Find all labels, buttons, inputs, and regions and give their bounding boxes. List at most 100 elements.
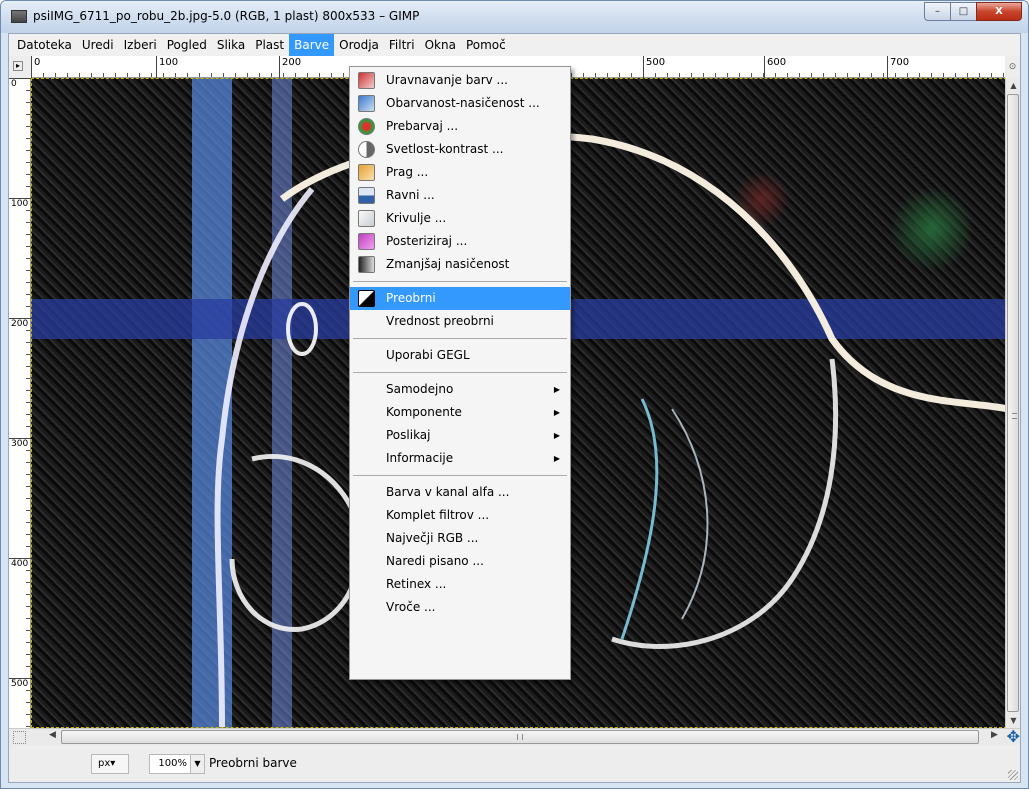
menu-datoteka[interactable]: Datoteka: [12, 34, 77, 56]
menu-uredi[interactable]: Uredi: [77, 34, 119, 56]
title-bar[interactable]: psiIMG_6711_po_robu_2b.jpg-5.0 (RGB, 1 p…: [1, 1, 1028, 33]
menu-item-barva-v-kanal-alfa[interactable]: Barva v kanal alfa ...: [350, 481, 570, 504]
submenu-arrow-icon: ▶: [553, 385, 560, 394]
menu-arrow-icon: ▸: [13, 61, 23, 71]
menu-item-uporabi-gegl[interactable]: Uporabi GEGL: [350, 344, 570, 367]
menu-pogled[interactable]: Pogled: [162, 34, 212, 56]
menu-item-label: Obarvanost-nasičenost ...: [386, 96, 540, 110]
zoom-value: 100%: [158, 758, 187, 769]
menu-item-label: Krivulje ...: [386, 211, 447, 225]
menu-item-obarvanost-nasicenost[interactable]: Obarvanost-nasičenost ...: [350, 92, 570, 115]
menu-item-zmanjsaj-nasicenost[interactable]: Zmanjšaj nasičenost: [350, 253, 570, 276]
v-ruler-label: 0: [9, 78, 31, 89]
h-ruler-label: 200: [279, 56, 301, 78]
scroll-left-icon[interactable]: ◀: [49, 730, 56, 740]
h-ruler-label: 100: [156, 56, 178, 78]
menu-item-svetlost-kontrast[interactable]: Svetlost-kontrast ...: [350, 138, 570, 161]
v-ruler-label: 300: [9, 438, 31, 449]
menu-item-samodejno[interactable]: Samodejno ▶: [350, 378, 570, 401]
navigate-move-icon[interactable]: ✥: [1007, 727, 1020, 746]
menu-orodja[interactable]: Orodja: [334, 34, 384, 56]
menu-item-retinex[interactable]: Retinex ...: [350, 573, 570, 596]
menu-item-naredi-pisano[interactable]: Naredi pisano ...: [350, 550, 570, 573]
close-button[interactable]: X: [976, 2, 1022, 21]
submenu-arrow-icon: ▶: [553, 431, 560, 440]
menu-item-informacije[interactable]: Informacije ▶: [350, 447, 570, 470]
v-ruler-label: 200: [9, 318, 31, 329]
status-bar: px▾ 100% ▼ Preobrni barve: [9, 745, 1020, 782]
menu-item-krivulje[interactable]: Krivulje ...: [350, 207, 570, 230]
menu-item-prebarvaj[interactable]: Prebarvaj ...: [350, 115, 570, 138]
h-grip-icon: [517, 734, 523, 740]
desaturate-icon: [358, 256, 375, 273]
menu-item-vroce[interactable]: Vroče ...: [350, 596, 570, 619]
gimp-app-icon: [11, 10, 27, 23]
scroll-up-icon[interactable]: ▲: [1006, 78, 1021, 93]
menu-item-komponente[interactable]: Komponente ▶: [350, 401, 570, 424]
maximize-button[interactable]: □: [950, 2, 977, 21]
menu-item-label: Poslikaj: [386, 428, 431, 442]
h-ruler-label: 700: [887, 56, 909, 78]
menu-item-label: Prag ...: [386, 165, 429, 179]
menu-separator: [353, 372, 567, 373]
menu-item-preobrni[interactable]: Preobrni: [350, 287, 570, 310]
menu-item-label: Komponente: [386, 405, 462, 419]
v-grip-icon: [1012, 413, 1017, 419]
menu-separator: [353, 475, 567, 476]
hue-saturation-icon: [358, 95, 375, 112]
menu-item-ravni[interactable]: Ravni ...: [350, 184, 570, 207]
zoom-selector[interactable]: 100% ▼: [149, 754, 205, 774]
menu-item-label: Uporabi GEGL: [386, 348, 470, 362]
scroll-right-icon[interactable]: ▶: [991, 730, 998, 740]
menu-item-label: Največji RGB ...: [386, 531, 479, 545]
window-controls: – □ X: [924, 2, 1022, 21]
menu-item-vrednost-preobrni[interactable]: Vrednost preobrni: [350, 310, 570, 333]
menu-okna[interactable]: Okna: [420, 34, 461, 56]
menu-item-poslikaj[interactable]: Poslikaj ▶: [350, 424, 570, 447]
menu-barve[interactable]: Barve: [289, 34, 335, 56]
chevron-down-icon[interactable]: ▼: [190, 755, 204, 773]
vertical-ruler[interactable]: 0 100 200 300 400 500: [9, 78, 31, 728]
menu-item-label: Prebarvaj ...: [386, 119, 459, 133]
menu-item-najvecji-rgb[interactable]: Največji RGB ...: [350, 527, 570, 550]
scroll-down-icon[interactable]: ▼: [1006, 713, 1021, 728]
threshold-icon: [358, 164, 375, 181]
v-ruler-label: 400: [9, 558, 31, 569]
navigate-icon[interactable]: [13, 731, 26, 744]
vertical-scroll-thumb[interactable]: [1007, 94, 1019, 712]
h-ruler-label: 600: [764, 56, 786, 78]
menu-item-label: Samodejno: [386, 382, 454, 396]
zoom-fit-icon[interactable]: ⊙: [1005, 56, 1020, 78]
menu-item-label: Svetlost-kontrast ...: [386, 142, 504, 156]
menu-item-uravnavanje-barv[interactable]: Uravnavanje barv ...: [350, 69, 570, 92]
menu-pomoc[interactable]: Pomoč: [461, 34, 511, 56]
quick-mask-toggle[interactable]: ▸: [9, 56, 31, 78]
menu-filtri[interactable]: Filtri: [384, 34, 420, 56]
menu-item-komplet-filtrov[interactable]: Komplet filtrov ...: [350, 504, 570, 527]
menu-item-label: Uravnavanje barv ...: [386, 73, 508, 87]
menu-slika[interactable]: Slika: [212, 34, 250, 56]
levels-icon: [358, 187, 375, 204]
minimize-button[interactable]: –: [924, 2, 951, 21]
horizontal-scroll-thumb[interactable]: [61, 730, 979, 744]
menu-item-label: Posteriziraj ...: [386, 234, 468, 248]
h-ruler-label: 500: [643, 56, 665, 78]
v-ruler-label: 100: [9, 198, 31, 209]
unit-selector[interactable]: px▾: [91, 754, 129, 774]
vertical-scrollbar[interactable]: ▲ ▼: [1005, 78, 1020, 728]
menu-item-label: Naredi pisano ...: [386, 554, 484, 568]
status-message: Preobrni barve: [209, 756, 297, 770]
menu-item-label: Zmanjšaj nasičenost: [386, 257, 510, 271]
gimp-window: psiIMG_6711_po_robu_2b.jpg-5.0 (RGB, 1 p…: [0, 0, 1029, 789]
menu-separator: [353, 281, 567, 282]
menu-izberi[interactable]: Izberi: [119, 34, 162, 56]
barve-dropdown-menu: Uravnavanje barv ... Obarvanost-nasičeno…: [349, 66, 571, 680]
menu-plast[interactable]: Plast: [250, 34, 289, 56]
menu-item-prag[interactable]: Prag ...: [350, 161, 570, 184]
resize-grip-icon[interactable]: [1008, 770, 1018, 780]
menu-item-posteriziraj[interactable]: Posteriziraj ...: [350, 230, 570, 253]
curves-icon: [358, 210, 375, 227]
menubar: Datoteka Uredi Izberi Pogled Slika Plast…: [9, 34, 1020, 56]
menu-item-label: Informacije: [386, 451, 454, 465]
submenu-arrow-icon: ▶: [553, 408, 560, 417]
